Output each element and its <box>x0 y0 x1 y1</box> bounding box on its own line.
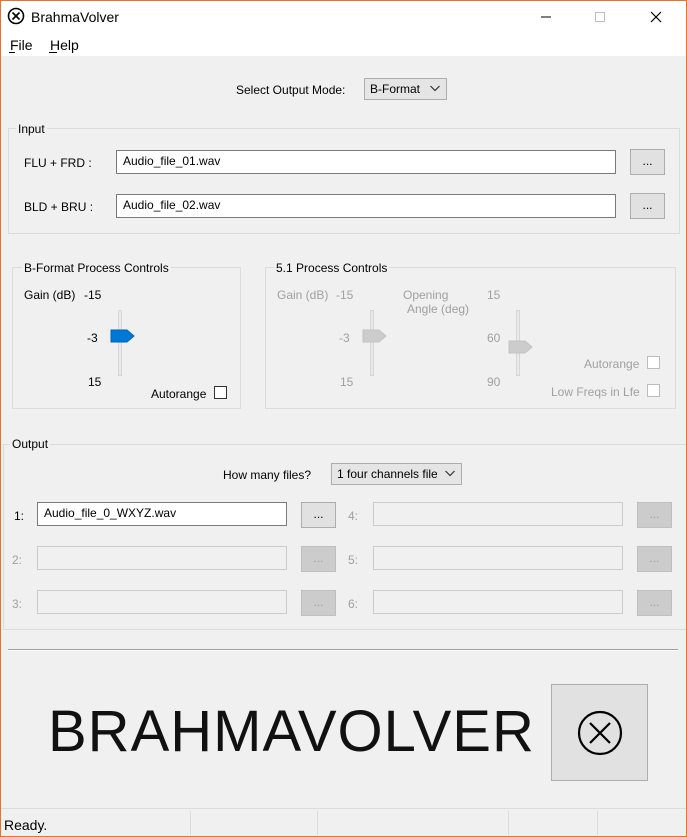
output-slot-1-field[interactable]: Audio_file_0_WXYZ.wav <box>37 502 287 526</box>
output-slot-5-field[interactable] <box>373 546 623 570</box>
browse-output-5-button[interactable]: ... <box>637 546 672 572</box>
files-count-label: How many files? <box>223 468 312 482</box>
five-one-angle-min: 15 <box>487 288 501 302</box>
close-button[interactable] <box>633 2 679 32</box>
five-one-lowfreq-checkbox[interactable] <box>647 384 660 397</box>
five-one-gain-max: 15 <box>340 375 354 389</box>
five-one-gain-label: Gain (dB) <box>277 288 329 302</box>
output-slot-1-label: 1: <box>14 509 25 523</box>
status-separator <box>317 811 318 835</box>
output-mode-value: B-Format <box>370 82 421 96</box>
bformat-gain-label: Gain (dB) <box>24 288 76 302</box>
five-one-autorange-label: Autorange <box>584 357 640 371</box>
input-group-title: Input <box>16 122 47 136</box>
output-slot-5-label: 5: <box>348 553 359 567</box>
browse-input-1-button[interactable]: ... <box>630 149 665 175</box>
five-one-angle-max: 90 <box>487 375 501 389</box>
browse-output-2-button[interactable]: ... <box>301 546 336 572</box>
five-one-angle-label: Angle (deg) <box>407 302 470 316</box>
chevron-down-icon <box>430 85 440 92</box>
bformat-gain-max: 15 <box>88 375 102 389</box>
five-one-gain-mid: -3 <box>339 331 350 345</box>
input-bld-bru-field[interactable]: Audio_file_02.wav <box>116 194 616 218</box>
status-separator <box>597 811 598 835</box>
output-slot-6-field[interactable] <box>373 590 623 614</box>
browse-output-6-button[interactable]: ... <box>637 590 672 616</box>
menu-help[interactable]: Help <box>50 37 79 53</box>
window-title: BrahmaVolver <box>31 9 119 25</box>
divider-highlight <box>8 650 678 651</box>
five-one-angle-mid: 60 <box>487 331 501 345</box>
five-one-lowfreq-label: Low Freqs in Lfe <box>551 385 640 399</box>
bformat-autorange-label: Autorange <box>151 387 207 401</box>
input-group <box>8 128 680 234</box>
five-one-gain-slider-thumb[interactable] <box>362 328 388 344</box>
five-one-autorange-checkbox[interactable] <box>647 356 660 369</box>
files-count-select[interactable]: 1 four channels file <box>331 463 462 485</box>
circle-x-icon <box>577 710 623 756</box>
output-slot-6-label: 6: <box>348 597 359 611</box>
five-one-group-title: 5.1 Process Controls <box>274 261 390 275</box>
menu-file[interactable]: File <box>10 37 33 53</box>
bformat-autorange-checkbox[interactable] <box>214 386 227 399</box>
file-mnemonic-underline <box>9 52 15 53</box>
menu-bar: File Help <box>1 32 686 56</box>
input-flu-frd-field[interactable]: Audio_file_01.wav <box>116 150 616 174</box>
maximize-icon <box>595 12 605 22</box>
five-one-opening-label: Opening <box>403 288 449 302</box>
maximize-button[interactable] <box>577 2 623 32</box>
status-text: Ready. <box>4 817 48 833</box>
five-one-gain-min: -15 <box>336 288 354 302</box>
output-mode-label: Select Output Mode: <box>236 83 346 97</box>
browse-output-1-button[interactable]: ... <box>301 502 336 528</box>
bformat-gain-min: -15 <box>84 288 102 302</box>
bformat-gain-slider-thumb[interactable] <box>110 328 136 344</box>
output-slot-2-field[interactable] <box>37 546 287 570</box>
bformat-group-title: B-Format Process Controls <box>22 261 171 275</box>
chevron-down-icon <box>445 470 455 477</box>
brahmavolver-logo-text: BRAHMAVOLVER <box>48 699 535 764</box>
output-mode-select[interactable]: B-Format <box>364 78 447 100</box>
input-flu-frd-label: FLU + FRD : <box>24 156 92 170</box>
browse-output-3-button[interactable]: ... <box>301 590 336 616</box>
files-count-value: 1 four channels file <box>337 467 437 481</box>
circle-x-icon <box>7 7 25 25</box>
output-slot-4-label: 4: <box>348 509 359 523</box>
status-separator <box>508 811 509 835</box>
output-group-title: Output <box>10 437 51 451</box>
minimize-button[interactable] <box>523 2 569 32</box>
output-slot-3-label: 3: <box>12 597 23 611</box>
title-bar: BrahmaVolver <box>1 1 686 32</box>
browse-input-2-button[interactable]: ... <box>630 193 665 219</box>
output-slot-2-label: 2: <box>12 553 23 567</box>
minimize-icon <box>541 16 551 18</box>
browse-output-4-button[interactable]: ... <box>637 502 672 528</box>
input-bld-bru-label: BLD + BRU : <box>24 200 94 214</box>
five-one-angle-slider-thumb[interactable] <box>508 339 534 355</box>
help-mnemonic-underline <box>49 52 57 53</box>
close-icon <box>650 11 662 23</box>
status-bar: Ready. <box>1 808 686 837</box>
status-separator <box>190 811 191 835</box>
bformat-gain-mid: -3 <box>87 331 98 345</box>
logo-button[interactable] <box>551 684 648 781</box>
output-slot-4-field[interactable] <box>373 502 623 526</box>
output-slot-3-field[interactable] <box>37 590 287 614</box>
